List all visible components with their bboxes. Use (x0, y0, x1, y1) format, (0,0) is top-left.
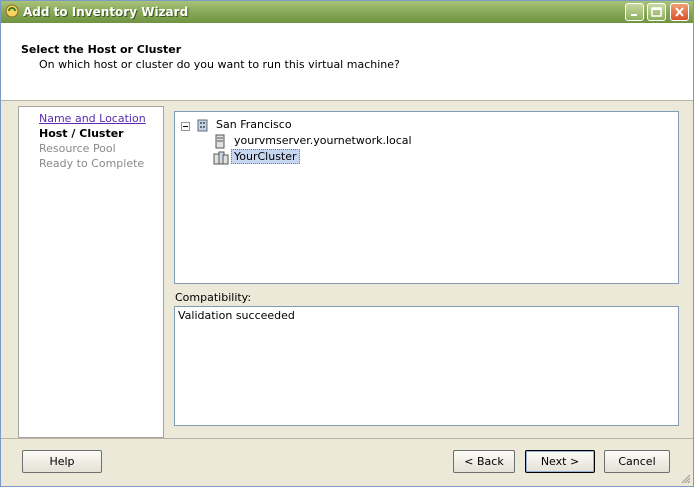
window-title: Add to Inventory Wizard (23, 5, 189, 19)
compatibility-message: Validation succeeded (178, 309, 295, 322)
tree-node-datacenter[interactable]: San Francisco (216, 118, 292, 131)
collapse-toggle[interactable] (181, 122, 190, 131)
wizard-window: Add to Inventory Wizard Select the Host … (0, 0, 694, 487)
next-button[interactable]: Next > (525, 450, 595, 473)
tree-node-host[interactable]: yourvmserver.yournetwork.local (234, 134, 412, 147)
close-icon (675, 7, 684, 17)
page-subtitle: On which host or cluster do you want to … (39, 58, 400, 71)
back-button[interactable]: < Back (453, 450, 515, 473)
page-title: Select the Host or Cluster (21, 43, 182, 56)
cluster-icon (213, 151, 229, 165)
maximize-button[interactable] (647, 3, 666, 21)
minimize-button[interactable] (625, 3, 644, 21)
step-ready-to-complete: Ready to Complete (39, 157, 145, 170)
host-cluster-tree[interactable]: San Francisco yourvmserver.yournetwork.l… (174, 111, 679, 284)
wizard-header: Select the Host or Cluster On which host… (1, 23, 693, 101)
host-server-icon (215, 134, 225, 149)
resize-grip-icon[interactable] (679, 472, 691, 484)
vsphere-app-icon (5, 4, 19, 18)
datacenter-icon (197, 119, 208, 132)
tree-node-cluster[interactable]: YourCluster (231, 149, 300, 164)
help-button[interactable]: Help (22, 450, 102, 473)
footer-divider (1, 438, 693, 439)
step-name-and-location[interactable]: Name and Location (39, 112, 146, 125)
compatibility-label: Compatibility: (175, 291, 252, 304)
minimize-icon (631, 14, 637, 16)
compatibility-box: Validation succeeded (174, 306, 679, 426)
title-bar[interactable]: Add to Inventory Wizard (1, 1, 693, 23)
step-resource-pool: Resource Pool (39, 142, 116, 155)
wizard-steps-nav: Name and Location Host / Cluster Resourc… (18, 106, 164, 438)
close-button[interactable] (670, 3, 689, 21)
cancel-button[interactable]: Cancel (604, 450, 670, 473)
maximize-icon (651, 7, 662, 17)
step-host-cluster: Host / Cluster (39, 127, 124, 140)
